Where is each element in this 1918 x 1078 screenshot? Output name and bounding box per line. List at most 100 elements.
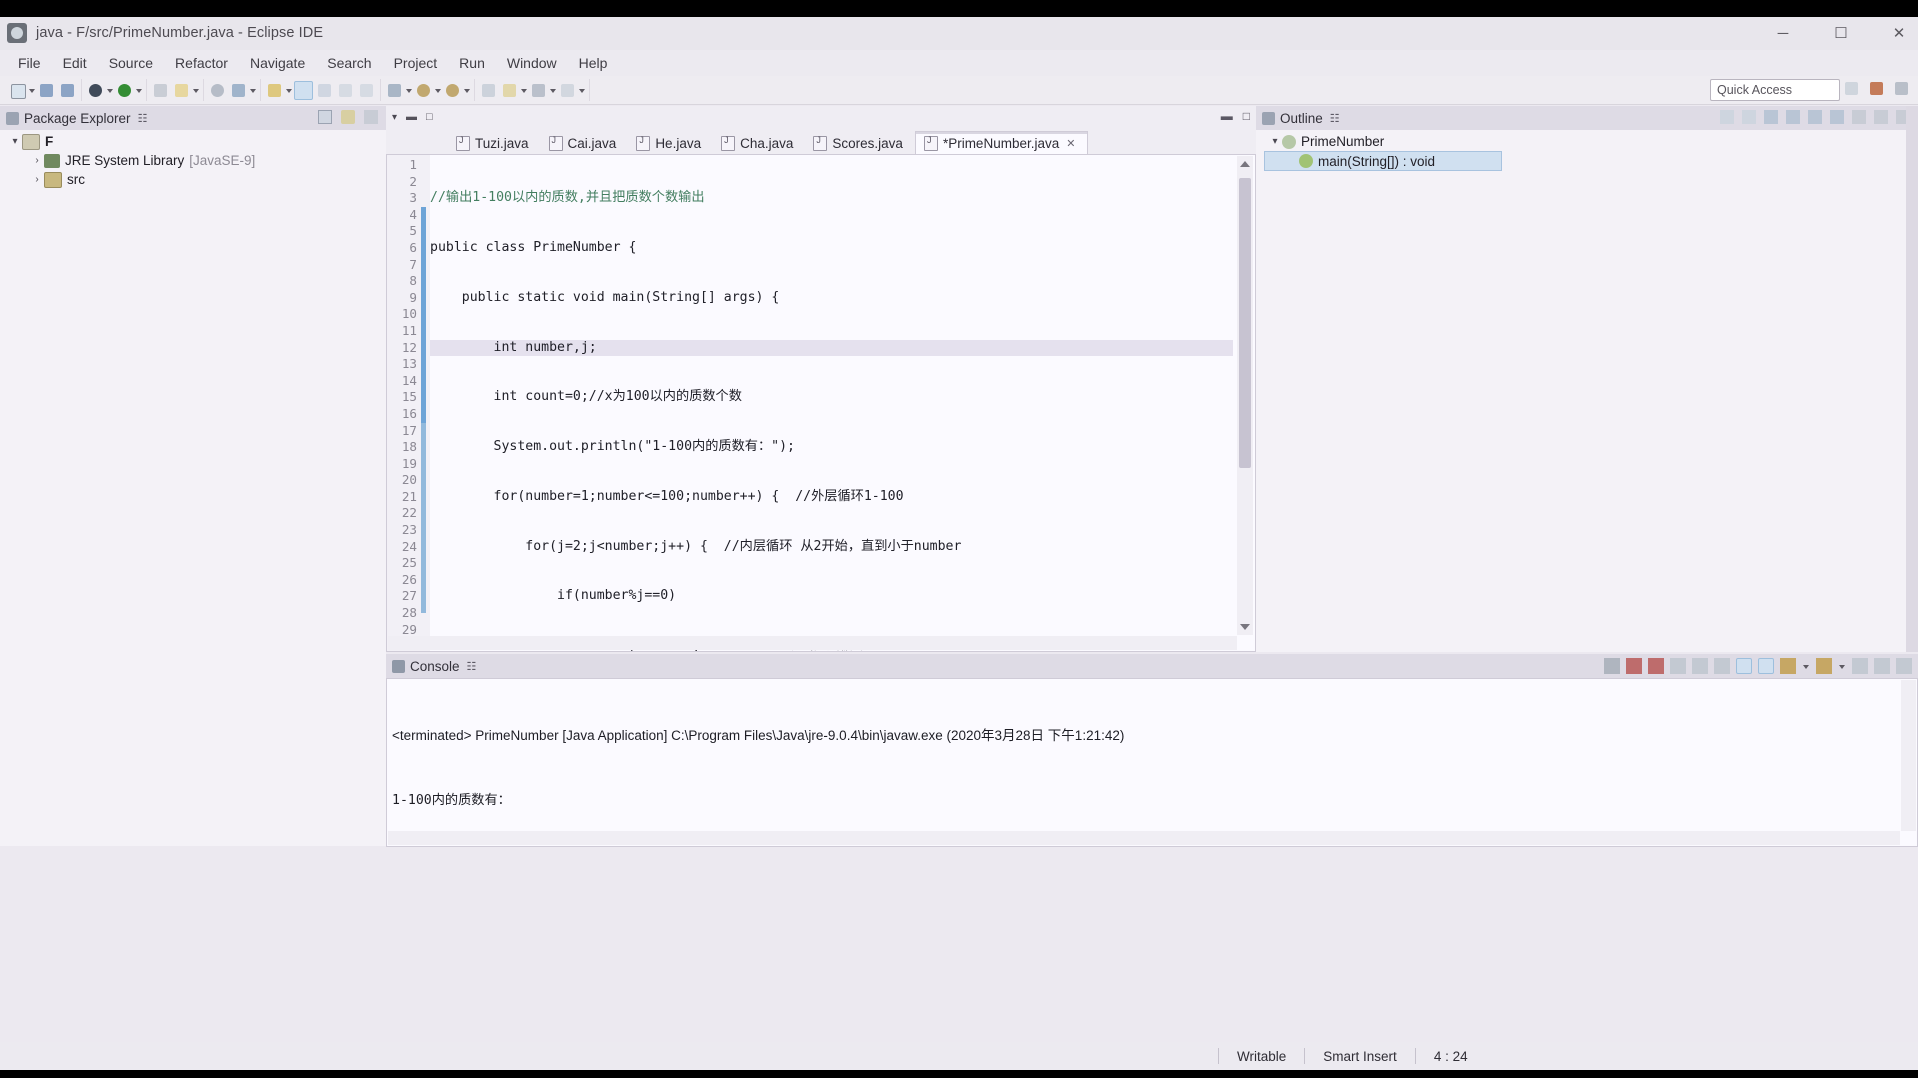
editor-tab-he[interactable]: He.java (628, 132, 713, 154)
outline-view-menu-icon[interactable] (1852, 110, 1866, 124)
console-vertical-scrollbar[interactable] (1901, 680, 1916, 831)
console-horizontal-scrollbar[interactable] (388, 831, 1900, 845)
show-console-on-output-icon[interactable] (1714, 658, 1730, 674)
open-type-icon[interactable] (229, 81, 248, 100)
open-perspective-icon[interactable] (479, 81, 498, 100)
menu-help[interactable]: Help (568, 53, 619, 73)
maximize-editor-icon[interactable]: □ (426, 111, 433, 123)
clear-console-icon[interactable] (1670, 658, 1686, 674)
menu-edit[interactable]: Edit (52, 53, 98, 73)
save-all-icon[interactable] (58, 81, 77, 100)
class-dropdown-icon[interactable] (192, 81, 200, 100)
editor-tab-tuzi[interactable]: Tuzi.java (448, 132, 541, 154)
debug-dropdown-icon[interactable] (106, 81, 114, 100)
maximize-icon[interactable]: □ (1243, 109, 1250, 123)
scrollbar-thumb[interactable] (1239, 178, 1251, 468)
view-menu-icon[interactable] (364, 110, 378, 124)
source-code[interactable]: //输出1-100以内的质数,并且把质数个数输出 public class Pr… (430, 157, 1233, 651)
console-select-dropdown-icon[interactable] (1802, 657, 1810, 676)
forward-icon[interactable] (443, 81, 462, 100)
editor-tab-cha[interactable]: Cha.java (713, 132, 805, 154)
open-console-icon[interactable] (1816, 658, 1832, 674)
editor-tab-scores[interactable]: Scores.java (805, 132, 915, 154)
terminal-dropdown-icon[interactable] (549, 81, 557, 100)
menu-project[interactable]: Project (383, 53, 449, 73)
expand-arrow-icon[interactable]: ▾ (1268, 136, 1282, 147)
quick-access-input[interactable]: Quick Access (1710, 79, 1840, 101)
previous-annotation-icon[interactable] (357, 81, 376, 100)
back-icon[interactable] (414, 81, 433, 100)
menu-window[interactable]: Window (496, 53, 568, 73)
minimize-editor-icon[interactable]: ▬ (406, 111, 417, 123)
maximize-button[interactable]: ☐ (1832, 25, 1850, 43)
focus-on-active-task-icon[interactable] (1720, 110, 1734, 124)
menu-navigate[interactable]: Navigate (239, 53, 316, 73)
pin-console-icon[interactable] (1758, 658, 1774, 674)
sort-icon[interactable] (1742, 110, 1756, 124)
forward-dropdown-icon[interactable] (463, 81, 471, 100)
new-icon[interactable] (8, 81, 27, 100)
minimize-button[interactable]: ─ (1774, 25, 1792, 43)
editor-horizontal-scrollbar[interactable] (388, 636, 1237, 650)
perspective-dropdown-icon[interactable] (520, 81, 528, 100)
expand-arrow-icon[interactable]: › (30, 155, 44, 166)
console-minimize-icon[interactable] (1874, 658, 1890, 674)
hide-nonpublic-icon[interactable] (1808, 110, 1822, 124)
toggle-mark-occurrences-icon[interactable] (294, 80, 313, 100)
next-annotation-icon[interactable] (336, 81, 355, 100)
remove-all-launches-icon[interactable] (1648, 658, 1664, 674)
hide-fields-icon[interactable] (1764, 110, 1778, 124)
chevron-down-icon[interactable]: ▾ (392, 112, 397, 123)
hide-static-icon[interactable] (1786, 110, 1800, 124)
expand-arrow-icon[interactable]: ▾ (8, 136, 22, 147)
debug-perspective-button[interactable] (1892, 79, 1911, 98)
editor-vertical-scrollbar[interactable] (1237, 156, 1253, 635)
menu-refactor[interactable]: Refactor (164, 53, 239, 73)
outline-minimize-icon[interactable] (1874, 110, 1888, 124)
menu-source[interactable]: Source (98, 53, 164, 73)
link-with-editor-icon[interactable] (341, 110, 355, 124)
menu-search[interactable]: Search (316, 53, 382, 73)
new-dropdown-icon[interactable] (28, 81, 36, 100)
run-icon[interactable] (115, 81, 134, 100)
terminate-icon[interactable] (1604, 658, 1620, 674)
terminal-icon[interactable] (529, 81, 548, 100)
display-selected-console-icon[interactable] (1780, 658, 1796, 674)
external-tools-icon[interactable] (265, 81, 284, 100)
open-type-dropdown-icon[interactable] (249, 81, 257, 100)
more-dropdown-icon[interactable] (578, 81, 586, 100)
code-editor[interactable]: 1 2 3 4 5 6 7 8 9 10 11 12 13 14 15 16 1 (386, 154, 1256, 652)
tree-row-project[interactable]: ▾ F (0, 132, 386, 151)
close-icon[interactable]: ✕ (1066, 137, 1075, 150)
pin-editor-icon[interactable] (500, 81, 519, 100)
menu-file[interactable]: File (7, 53, 52, 73)
outline-row-method[interactable]: main(String[]) : void (1264, 151, 1502, 171)
remove-launch-icon[interactable] (1626, 658, 1642, 674)
hide-local-types-icon[interactable] (1830, 110, 1844, 124)
console-output[interactable]: <terminated> PrimeNumber [Java Applicati… (386, 678, 1918, 847)
menu-run[interactable]: Run (448, 53, 496, 73)
editor-tab-primenumber[interactable]: *PrimeNumber.java ✕ (914, 131, 1089, 154)
expand-arrow-icon[interactable]: › (30, 174, 44, 185)
close-button[interactable]: ✕ (1890, 25, 1908, 43)
run-dropdown-icon[interactable] (135, 81, 143, 100)
external-tools-dropdown-icon[interactable] (285, 81, 293, 100)
nav-dropdown-icon[interactable] (405, 81, 413, 100)
back-dropdown-icon[interactable] (434, 81, 442, 100)
search-icon[interactable] (208, 81, 227, 100)
tree-row-jre-library[interactable]: › JRE System Library [JavaSE-9] (0, 151, 386, 170)
minimize-icon[interactable]: ▬ (1221, 109, 1233, 123)
package-explorer-pin-icon[interactable]: ☷ (138, 112, 148, 125)
last-edit-location-icon[interactable] (385, 81, 404, 100)
console-maximize-icon[interactable] (1896, 658, 1912, 674)
more-tools-icon[interactable] (558, 81, 577, 100)
console-view-menu-icon[interactable] (1852, 658, 1868, 674)
open-console-dropdown-icon[interactable] (1838, 657, 1846, 676)
tree-row-src[interactable]: › src (0, 170, 386, 189)
scroll-down-icon[interactable] (1240, 624, 1250, 630)
outline-row-class[interactable]: ▾ PrimeNumber (1256, 132, 1918, 151)
collapse-all-icon[interactable] (318, 110, 332, 124)
console-pin-icon[interactable]: ☷ (467, 660, 477, 673)
word-wrap-icon[interactable] (1736, 658, 1752, 674)
open-perspective-button[interactable] (1842, 79, 1861, 98)
